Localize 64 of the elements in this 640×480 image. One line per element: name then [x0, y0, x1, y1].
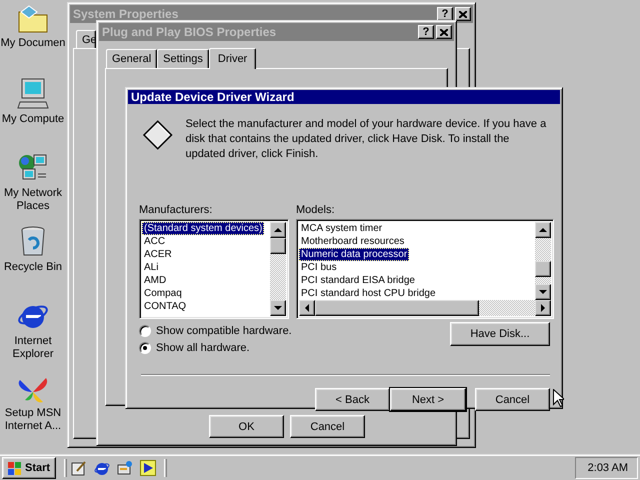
list-label: Models: — [296, 204, 336, 217]
desktop-icon-label[interactable]: Recycle Bin — [4, 261, 62, 274]
dialog-button[interactable]: OK — [209, 415, 284, 438]
scroll-right-button[interactable] — [535, 300, 551, 316]
radio-label[interactable]: Show all hardware. — [156, 342, 250, 354]
radio-button[interactable] — [139, 342, 151, 354]
list-item[interactable]: ALi — [142, 261, 160, 274]
scroll-left-button[interactable] — [299, 300, 315, 316]
instructions-text: Select the manufacturer and model of your hardware device. If you have a disk that contains the updated driver, click Have Disk. To install the updated driver, click Finish. — [185, 117, 548, 162]
tab[interactable]: Settings — [157, 49, 209, 68]
list-item[interactable]: ACC — [142, 235, 168, 248]
scroll-up-button[interactable] — [270, 222, 286, 238]
window-title: System Properties — [73, 7, 180, 21]
scrollbar-thumb[interactable] — [270, 238, 286, 254]
close-icon — [440, 28, 448, 36]
desktop-icon-label[interactable]: My Network Places — [0, 187, 66, 213]
manufacturers-list[interactable]: (Standard system devices) ACC ACER ALi AMD Compaq CONTAQ — [139, 219, 289, 319]
radio-button[interactable] — [139, 325, 151, 337]
computer-icon[interactable] — [17, 78, 49, 110]
list-item[interactable]: PCI standard host CPU bridge — [299, 287, 438, 300]
list-item[interactable]: Compaq — [142, 287, 184, 300]
list-item[interactable]: CONTAQ — [142, 300, 188, 313]
tab[interactable]: Driver — [208, 48, 256, 69]
wizard-button[interactable]: < Back — [315, 388, 390, 411]
recycle-bin-icon[interactable] — [20, 226, 46, 258]
list-item[interactable]: PCI standard EISA bridge — [299, 274, 417, 287]
list-label: Manufacturers: — [139, 204, 214, 217]
desktop-icon-label[interactable]: My Compute — [2, 113, 64, 126]
list-item[interactable]: PCI bus — [299, 261, 339, 274]
scrollbar-track[interactable] — [270, 222, 286, 316]
desktop-icon-label[interactable]: My Documen — [0, 37, 66, 50]
wizard-button[interactable]: Next > — [390, 388, 466, 411]
models-list[interactable]: MCA system timer Motherboard resources Numeric data processor PCI bus PCI standard EISA bridge PCI standard host CPU bridge — [296, 219, 554, 319]
tab[interactable]: General — [106, 49, 158, 68]
scrollbar-thumb[interactable] — [315, 300, 479, 316]
clock: 2:03 AM — [574, 456, 638, 478]
scrollbar-track[interactable] — [299, 300, 551, 316]
desktop-icon-label[interactable]: Internet Explorer — [0, 335, 66, 361]
start-button[interactable]: Start — [2, 456, 56, 478]
radio-label[interactable]: Show compatible hardware. — [156, 325, 292, 337]
scroll-down-button[interactable] — [535, 284, 551, 300]
dialog-button[interactable]: Cancel — [290, 415, 365, 438]
window-title: Update Device Driver Wizard — [131, 90, 296, 104]
folder-icon[interactable] — [17, 4, 49, 34]
list-item[interactable]: ACER — [142, 248, 174, 261]
list-item[interactable]: AMD — [142, 274, 168, 287]
mouse-pointer-icon — [553, 389, 564, 407]
list-item[interactable]: Numeric data processor — [299, 248, 410, 261]
play-icon[interactable] — [140, 460, 156, 476]
list-item[interactable]: (Standard system devices) — [142, 222, 264, 235]
channels-icon[interactable] — [117, 460, 133, 476]
scrollbar-thumb[interactable] — [535, 260, 551, 276]
scroll-up-button[interactable] — [535, 222, 551, 238]
scroll-down-button[interactable] — [270, 300, 286, 316]
list-item[interactable]: MCA system timer — [299, 222, 384, 235]
window-title: Plug and Play BIOS Properties — [102, 25, 278, 39]
list-item[interactable]: Motherboard resources — [299, 235, 406, 248]
windows-flag-icon — [6, 460, 22, 474]
wizard-button[interactable]: Cancel — [475, 388, 550, 411]
close-icon — [459, 10, 467, 18]
have-disk-button[interactable]: Have Disk... — [450, 322, 550, 346]
diamond-icon — [142, 119, 174, 151]
desktop-icon-label[interactable]: Setup MSN Internet A... — [0, 407, 66, 433]
desktop-pencil-icon[interactable] — [71, 460, 87, 476]
